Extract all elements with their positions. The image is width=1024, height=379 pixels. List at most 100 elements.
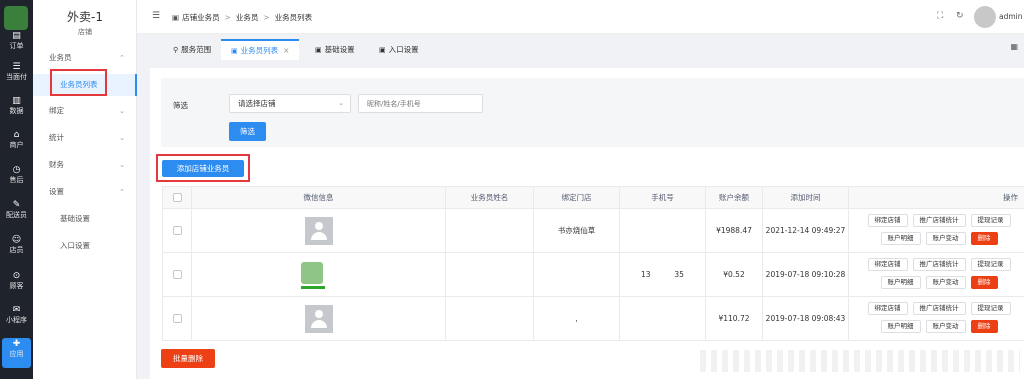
salesman-name: [445, 252, 534, 297]
fullscreen-icon[interactable]: ⛶: [937, 11, 943, 21]
store-select[interactable]: 请选择店铺 ⌄: [229, 94, 351, 113]
apps-icon: ✚: [12, 339, 21, 349]
rail-item-face-pay[interactable]: ☰ 当面付: [0, 61, 33, 91]
avatar-placeholder-icon: [304, 304, 333, 333]
delete-button[interactable]: 删除: [970, 319, 998, 333]
clock-icon: ◷: [12, 165, 21, 175]
menu-fold-icon[interactable]: ☰: [152, 11, 160, 21]
account-change-button[interactable]: 账户变动: [925, 319, 966, 333]
table-row: 13 35 ¥0.52 2019-07-18 09:10:28 绑定店铺 推广店铺…: [162, 252, 1024, 297]
bind-store-button[interactable]: 绑定店铺: [867, 213, 908, 227]
account-change-button[interactable]: 账户变动: [925, 275, 966, 289]
withdraw-log-button[interactable]: 提现记录: [970, 213, 1011, 227]
salesman-name: [445, 208, 534, 253]
content-card: 筛选 请选择店铺 ⌄ 筛选 添加店铺业务员 微信信息 业务员姓名 绑定门店 手机…: [150, 68, 1024, 379]
select-all-cell: [162, 186, 192, 209]
row-checkbox[interactable]: [172, 226, 182, 236]
menu-group-finance[interactable]: 财务 ⌄: [33, 157, 137, 173]
account-detail-button[interactable]: 账户明细: [880, 319, 921, 333]
row-checkbox[interactable]: [172, 314, 182, 324]
delete-button[interactable]: 删除: [970, 231, 998, 245]
list-icon: ☰: [12, 62, 21, 72]
rail-item-customer[interactable]: ⊙ 顾客: [0, 270, 33, 300]
col-header-store: 绑定门店: [533, 186, 620, 209]
people-icon: ☺: [11, 235, 22, 245]
user-avatar[interactable]: [974, 6, 996, 28]
tab-basic-settings[interactable]: ▣ 基础设置: [305, 39, 365, 60]
salesman-name: [445, 296, 534, 341]
tab-service-range[interactable]: ⚲ 服务范围: [163, 39, 221, 60]
account-change-button[interactable]: 账户变动: [925, 231, 966, 245]
tab-entry-settings[interactable]: ▣ 入口设置: [369, 39, 429, 60]
store-subtitle: 店铺: [78, 28, 92, 36]
store-icon: ▣: [172, 13, 180, 22]
row-checkbox[interactable]: [172, 270, 182, 280]
salesman-table: 微信信息 业务员姓名 绑定门店 手机号 账户余额 添加时间 操作 书亦烧仙草 ¥…: [162, 186, 1024, 341]
menu-item-entry-settings[interactable]: 入口设置: [33, 238, 137, 254]
user-menu[interactable]: admin ∨: [999, 12, 1024, 21]
account-detail-button[interactable]: 账户明细: [880, 275, 921, 289]
breadcrumb: ▣ 店铺业务员 > 业务员 > 业务员列表: [172, 13, 313, 22]
highlight-box-salesman-list: [50, 69, 107, 96]
table-row: , ¥110.72 2019-07-18 09:08:43 绑定店铺 推广店铺统计…: [162, 296, 1024, 341]
withdraw-log-button[interactable]: 提现记录: [970, 257, 1011, 271]
col-header-actions: 操作: [848, 186, 1024, 209]
rail-item-clerk[interactable]: ☺ 店员: [0, 234, 33, 264]
promo-stats-button[interactable]: 推广店铺统计: [912, 301, 966, 315]
shop-icon: ⌂: [13, 130, 20, 140]
refresh-icon[interactable]: ↻: [956, 11, 964, 21]
filter-button[interactable]: 筛选: [229, 122, 266, 141]
watermark: [700, 350, 1020, 372]
select-all-checkbox[interactable]: [172, 193, 182, 203]
top-header: ☰ ▣店铺业务员>业务员>业务员列表 ⛶ ↻ admin ∨: [137, 0, 1024, 34]
menu-group-settings[interactable]: 设置 ⌃: [33, 184, 137, 200]
balance: ¥1988.47: [705, 208, 763, 253]
chevron-down-icon: ⌄: [338, 99, 344, 107]
page-tabs: ⚲ 服务范围 ▣ 业务员列表 × ▣ 基础设置 ▣ 入口设置 ▦: [137, 34, 1024, 60]
menu-group-salesman[interactable]: 业务员 ⌃: [33, 50, 137, 66]
added-time: 2021-12-14 09:49:27: [762, 208, 849, 253]
rail-item-after-sales[interactable]: ◷ 售后: [0, 164, 33, 194]
phone-number[interactable]: [619, 208, 706, 253]
phone-number[interactable]: [619, 296, 706, 341]
menu-item-basic-settings[interactable]: 基础设置: [33, 211, 137, 227]
scooter-icon: ✎: [12, 200, 21, 210]
app-logo: [4, 6, 28, 30]
location-icon: ⚲: [173, 46, 179, 54]
menu-group-binding[interactable]: 绑定 ⌄: [33, 103, 137, 119]
app-root: ▤ 订单 ☰ 当面付 ▥ 数据 ⌂ 商户 ◷ 售后 ✎ 配送员 ☺ 店员 ⊙ 顾: [0, 0, 1024, 379]
delete-button[interactable]: 删除: [970, 275, 998, 289]
row-actions: 绑定店铺 推广店铺统计 提现记录 账户明细 账户变动 删除: [848, 208, 1024, 253]
rail-item-delivery[interactable]: ✎ 配送员: [0, 199, 33, 229]
promo-stats-button[interactable]: 推广店铺统计: [912, 213, 966, 227]
bind-store-button[interactable]: 绑定店铺: [867, 301, 908, 315]
bind-store-button[interactable]: 绑定店铺: [867, 257, 908, 271]
rail-item-merchant[interactable]: ⌂ 商户: [0, 129, 33, 159]
rail-item-data[interactable]: ▥ 数据: [0, 95, 33, 125]
rail-item-apps[interactable]: ✚ 应用: [2, 338, 31, 368]
page-icon: ▣: [379, 46, 386, 54]
page-icon: ▣: [231, 47, 238, 55]
search-input[interactable]: [358, 94, 483, 113]
balance: ¥0.52: [705, 252, 763, 297]
filter-panel: 筛选 请选择店铺 ⌄ 筛选: [161, 78, 1024, 147]
rail-item-mini-program[interactable]: ✉ 小程序: [0, 304, 33, 334]
bound-store: 书亦烧仙草: [533, 208, 620, 253]
tab-salesman-list[interactable]: ▣ 业务员列表 ×: [221, 39, 300, 60]
grid-menu-icon[interactable]: ▦: [1010, 42, 1018, 51]
rail-item-orders[interactable]: ▤ 订单: [0, 30, 33, 60]
chevron-down-icon: ⌄: [119, 134, 125, 142]
col-header-wechat: 微信信息: [191, 186, 446, 209]
close-icon[interactable]: ×: [283, 46, 289, 55]
bulk-delete-button[interactable]: 批量删除: [161, 349, 215, 368]
account-detail-button[interactable]: 账户明细: [880, 231, 921, 245]
bound-store: [533, 252, 620, 297]
chevron-down-icon: ⌄: [119, 107, 125, 115]
promo-stats-button[interactable]: 推广店铺统计: [912, 257, 966, 271]
chevron-up-icon: ⌃: [119, 188, 125, 196]
menu-group-stats[interactable]: 统计 ⌄: [33, 130, 137, 146]
added-time: 2019-07-18 09:10:28: [762, 252, 849, 297]
store-name: 外卖-1: [67, 10, 103, 24]
withdraw-log-button[interactable]: 提现记录: [970, 301, 1011, 315]
phone-number[interactable]: 13 35: [619, 252, 706, 297]
